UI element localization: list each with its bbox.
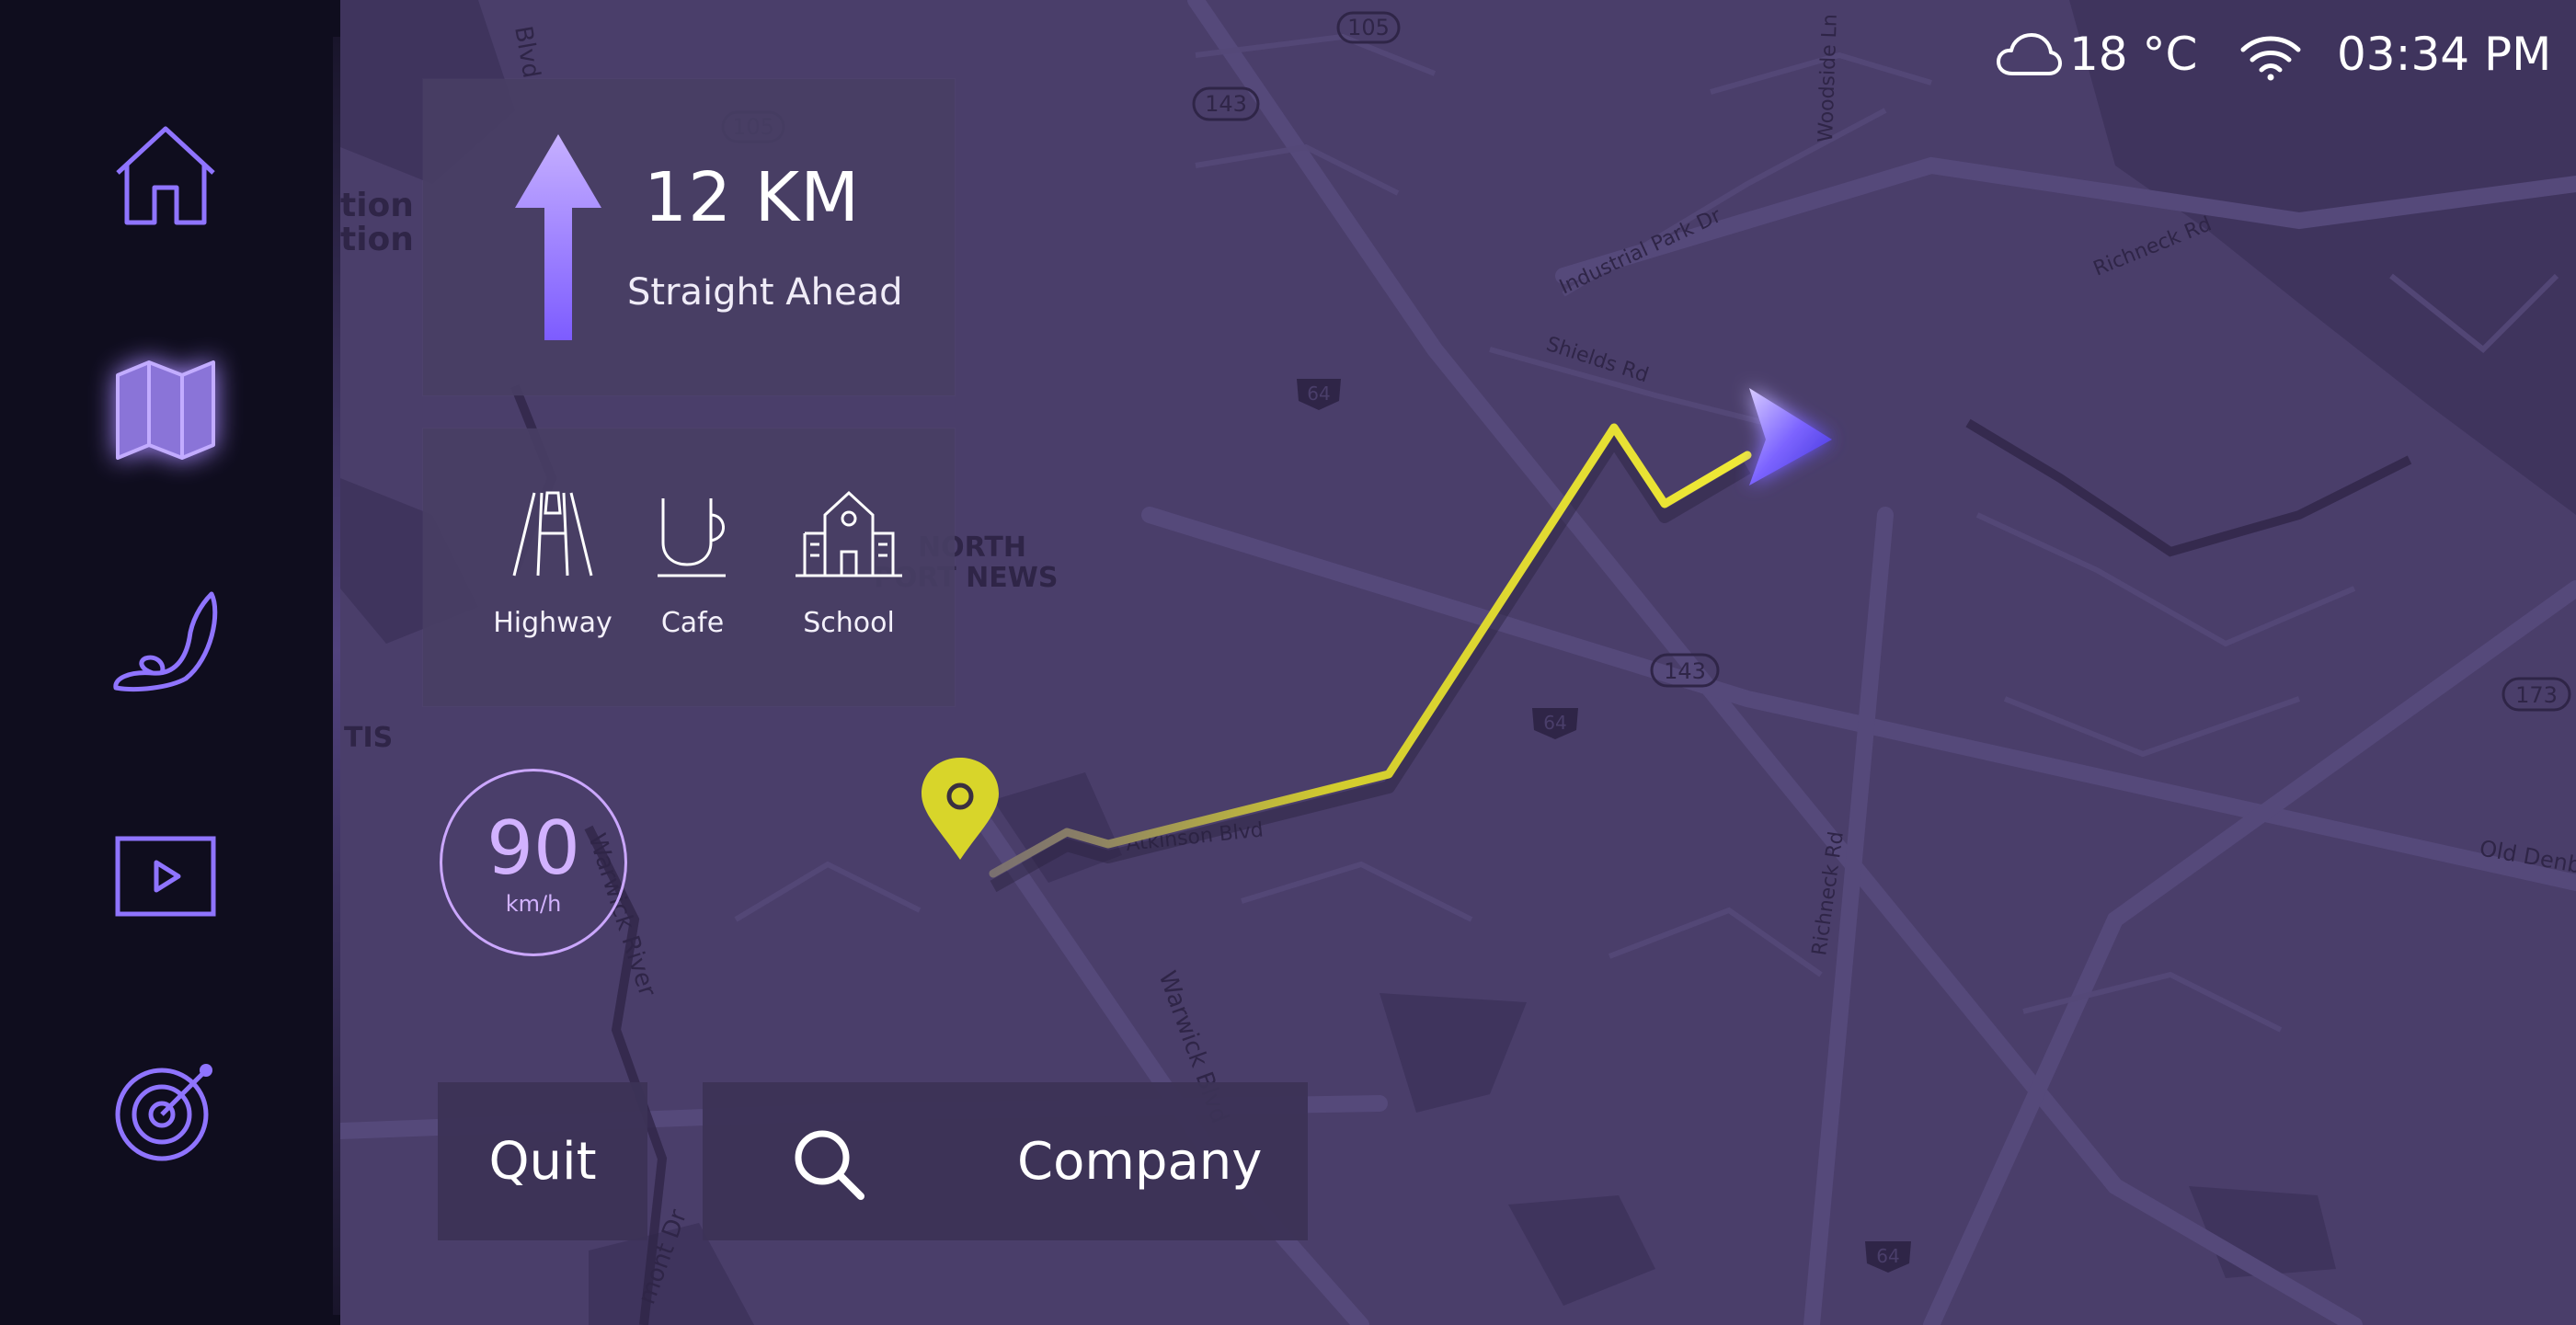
seat-icon xyxy=(113,591,218,692)
sidebar-item-home[interactable] xyxy=(109,120,223,234)
map-icon xyxy=(116,360,215,460)
speed-indicator: 90 km/h xyxy=(440,769,627,956)
sidebar-item-music[interactable] xyxy=(109,1054,223,1168)
svg-text:64: 64 xyxy=(1543,712,1566,734)
poi-label: Cafe xyxy=(660,607,725,639)
temperature-text: 18 °C xyxy=(2069,28,2198,81)
distance-text: 12 KM xyxy=(644,158,861,237)
wifi-icon xyxy=(2240,36,2301,81)
cafe-icon xyxy=(658,498,726,577)
instruction-text: Straight Ahead xyxy=(627,271,903,314)
cloud-icon xyxy=(1997,33,2062,75)
svg-text:105: 105 xyxy=(1347,15,1390,40)
map-area-label: tion xyxy=(340,221,414,258)
sidebar-item-video[interactable] xyxy=(109,818,223,932)
poi-label: School xyxy=(803,607,895,639)
sidebar-item-seat[interactable] xyxy=(109,585,223,699)
svg-text:64: 64 xyxy=(1876,1245,1899,1267)
destination-label: Company xyxy=(1017,1132,1263,1192)
map-area-label: TIS xyxy=(344,722,393,754)
poi-cafe[interactable]: Cafe xyxy=(624,487,761,639)
sidebar xyxy=(0,0,340,1325)
map-road-label: Woodside Ln xyxy=(1815,14,1842,143)
search-icon xyxy=(795,1130,864,1200)
svg-text:64: 64 xyxy=(1307,383,1330,405)
video-icon xyxy=(115,836,216,917)
poi-school[interactable]: School xyxy=(780,487,918,639)
map-area-label: tion xyxy=(340,187,414,224)
sidebar-divider xyxy=(333,37,340,1315)
destination-search-button[interactable]: Company xyxy=(703,1082,1308,1240)
svg-text:143: 143 xyxy=(1664,658,1706,684)
speed-unit: km/h xyxy=(505,891,562,917)
arrow-up-icon xyxy=(515,134,601,340)
svg-text:143: 143 xyxy=(1205,91,1247,117)
quit-button[interactable]: Quit xyxy=(438,1082,647,1240)
speed-value: 90 xyxy=(487,805,580,891)
direction-panel xyxy=(423,79,955,395)
poi-highway[interactable]: Highway xyxy=(484,487,622,639)
clock-text: 03:34 PM xyxy=(2337,28,2552,81)
music-icon xyxy=(115,1064,212,1161)
svg-text:173: 173 xyxy=(2515,682,2558,708)
poi-label: Highway xyxy=(493,607,613,639)
highway-icon xyxy=(512,491,593,577)
quit-button-label: Quit xyxy=(488,1132,597,1192)
home-icon xyxy=(116,126,215,225)
school-icon xyxy=(796,490,902,577)
sidebar-item-map[interactable] xyxy=(109,353,223,467)
